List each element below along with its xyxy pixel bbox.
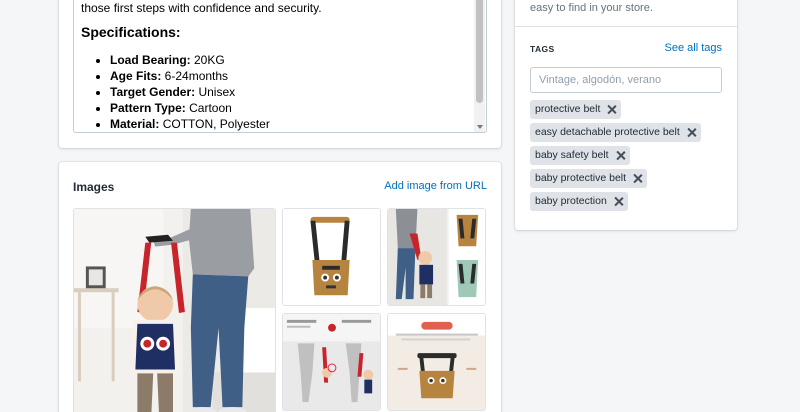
add-image-from-url-link[interactable]: Add image from URL [384,180,487,192]
tag-label: baby safety belt [535,149,609,161]
organization-card: easy to find in your store. TAGS See all… [515,0,737,230]
product-photo-usage [283,314,380,410]
product-image-4[interactable] [282,313,381,411]
tag-label: easy detachable protective belt [535,126,680,138]
tag-chip: baby protective belt [530,168,648,188]
tag-label: protective belt [535,103,601,115]
section-divider [515,26,737,27]
tag-label: baby protective belt [535,172,627,184]
tag-list: protective belt easy detachable protecti… [530,99,725,214]
close-icon[interactable] [614,197,623,206]
scroll-down-arrow-icon[interactable] [477,125,483,129]
spec-heading: Specifications: [81,24,181,40]
tag-chip: protective belt [530,99,622,119]
description-card: those first steps with confidence and se… [59,0,501,148]
tag-chip: baby protection [530,191,628,211]
spec-item: Age Fits: 6-24months [110,68,471,84]
scrollbar-thumb[interactable] [476,0,483,103]
close-icon[interactable] [687,128,696,137]
product-photo-collage [388,209,485,305]
see-all-tags-link[interactable]: See all tags [665,42,722,54]
tags-section-title: TAGS [530,44,555,54]
images-card: Images Add image from URL [59,162,501,412]
product-image-3[interactable] [387,208,486,306]
description-editor[interactable]: those first steps with confidence and se… [73,0,487,133]
product-photo-detail [388,314,485,410]
intro-text: those first steps with confidence and se… [81,1,322,15]
close-icon[interactable] [607,105,616,114]
product-photo-harness [283,209,380,305]
images-title: Images [73,180,115,194]
spec-list: Load Bearing: 20KG Age Fits: 6-24months … [110,52,471,132]
editor-scrollbar[interactable] [474,0,485,132]
tags-input[interactable] [530,67,722,93]
editor-content: those first steps with confidence and se… [81,0,471,132]
organization-help-text: easy to find in your store. [530,2,653,14]
spec-item: Material: COTTON, Polyester [110,116,471,132]
tag-chip: easy detachable protective belt [530,122,701,142]
product-image-main[interactable] [73,208,276,412]
product-image-5[interactable] [387,313,486,411]
spec-item: Pattern Type: Cartoon [110,100,471,116]
product-image-2[interactable] [282,208,381,306]
close-icon[interactable] [616,151,625,160]
tag-label: baby protection [535,195,607,207]
spec-item: Target Gender: Unisex [110,84,471,100]
product-photo-main [74,209,275,412]
spec-item: Load Bearing: 20KG [110,52,471,68]
close-icon[interactable] [633,174,642,183]
tag-chip: baby safety belt [530,145,630,165]
